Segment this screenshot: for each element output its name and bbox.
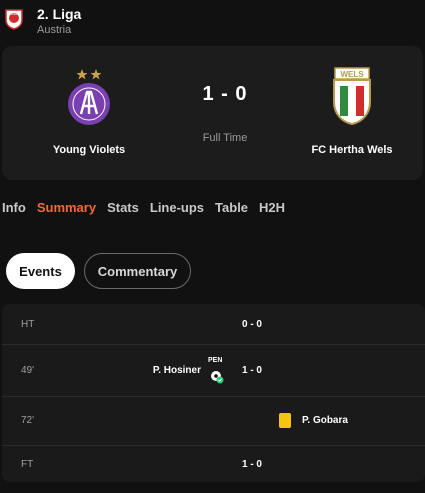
penalty-label: PEN <box>208 357 223 364</box>
penalty-marker: PEN <box>207 357 227 387</box>
league-country: Austria <box>37 24 72 36</box>
home-team-name: Young Violets <box>52 144 126 156</box>
event-score: 1 - 0 <box>241 365 262 376</box>
event-row-ft: FT 1 - 0 <box>2 446 425 482</box>
match-status: Full Time <box>202 132 248 144</box>
event-row-ht: HT 0 - 0 <box>2 304 425 345</box>
match-header-card: Young Violets 1 - 0 Full Time WELS FC He… <box>2 46 423 180</box>
events-pill-button[interactable]: Events <box>6 253 75 289</box>
away-team-name: FC Hertha Wels <box>311 144 393 156</box>
tab-summary[interactable]: Summary <box>37 200 96 215</box>
home-team[interactable]: Young Violets <box>19 66 159 156</box>
event-minute: 49' <box>21 365 35 376</box>
svg-text:2.LIGA: 2.LIGA <box>9 12 20 16</box>
event-score: 1 - 0 <box>241 459 262 470</box>
event-score: 0 - 0 <box>241 319 262 330</box>
fc-hertha-wels-crest-icon: WELS <box>333 67 371 126</box>
event-player: P. Gobara <box>302 415 348 426</box>
events-list: HT 0 - 0 49' P. Hosiner PEN 1 - 0 72' P.… <box>2 304 425 482</box>
league-name: 2. Liga <box>37 6 82 22</box>
event-player: P. Hosiner <box>152 365 201 376</box>
commentary-pill-button[interactable]: Commentary <box>84 253 191 289</box>
event-minute: 72' <box>21 415 35 426</box>
tab-info[interactable]: Info <box>2 200 26 215</box>
tab-stats[interactable]: Stats <box>107 200 139 215</box>
event-minute: FT <box>21 459 34 470</box>
away-team[interactable]: WELS FC Hertha Wels <box>282 66 422 156</box>
match-tabs: Info Summary Stats Line-ups Table H2H <box>0 199 296 219</box>
tab-line-ups[interactable]: Line-ups <box>150 200 204 215</box>
event-minute: HT <box>21 319 35 330</box>
svg-text:WELS: WELS <box>340 70 364 79</box>
event-row-card[interactable]: 72' P. Gobara <box>2 397 425 446</box>
young-violets-crest-icon <box>68 69 110 125</box>
tab-h2h[interactable]: H2H <box>259 200 285 215</box>
event-row-goal[interactable]: 49' P. Hosiner PEN 1 - 0 <box>2 345 425 397</box>
penalty-goal-ball-icon <box>211 371 224 384</box>
2-liga-logo-icon: 2.LIGA <box>5 9 23 30</box>
league-header[interactable]: 2.LIGA 2. Liga Austria <box>0 0 425 40</box>
yellow-card-icon <box>279 413 291 428</box>
match-score: 1 - 0 <box>202 83 248 105</box>
tab-table[interactable]: Table <box>215 200 248 215</box>
